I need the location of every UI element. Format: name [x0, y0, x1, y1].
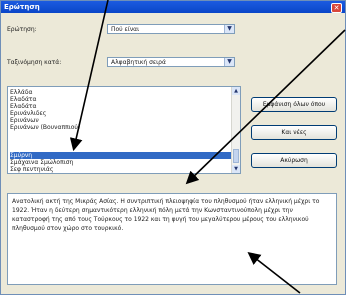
- scroll-up-icon[interactable]: ▲: [232, 87, 240, 95]
- list-item[interactable]: Ελλάδα: [10, 89, 232, 96]
- question-select-value: Πού είναι: [111, 26, 139, 34]
- list-item[interactable]: Σμάχαινα Σμώλοπιση: [10, 159, 232, 166]
- sort-label: Ταξινόμηση κατά:: [7, 59, 61, 66]
- chevron-down-icon[interactable]: ▼: [224, 58, 234, 66]
- list-item[interactable]: Ελαδάτα: [10, 103, 232, 110]
- list-item[interactable]: Σεφ πεντηνιάς: [10, 166, 232, 173]
- list-item[interactable]: Ερινάνων (Βουναππιού): [10, 124, 232, 131]
- description-textarea[interactable]: Ανατολική ακτή της Μικράς Ασίας. Η συντρ…: [7, 193, 337, 285]
- close-button[interactable]: ✕: [331, 3, 342, 13]
- scroll-thumb[interactable]: [233, 149, 239, 163]
- window-title: Ερώτηση: [4, 2, 40, 12]
- dialog-window: Ερώτηση ✕ Ερώτηση: Πού είναι ▼ Ταξινόμησ…: [0, 0, 346, 295]
- question-select[interactable]: Πού είναι ▼: [107, 24, 235, 34]
- close-icon: ✕: [334, 4, 340, 12]
- scroll-down-icon[interactable]: ▼: [232, 165, 240, 173]
- show-all-button[interactable]: Εμφάνιση όλων όπου: [251, 97, 337, 112]
- sort-select-value: Αλφαβητική σειρά: [111, 59, 166, 67]
- list-item[interactable]: Ερινάνλιδες: [10, 110, 232, 117]
- list-item-selected[interactable]: Σμύρνη: [10, 152, 232, 159]
- question-label: Ερώτηση:: [7, 26, 37, 33]
- list-item[interactable]: Ελαδάτα: [10, 96, 232, 103]
- chevron-down-icon[interactable]: ▼: [224, 25, 234, 33]
- title-bar[interactable]: Ερώτηση ✕: [1, 1, 345, 13]
- new-button[interactable]: Και νέες: [251, 125, 337, 140]
- places-listbox[interactable]: Ελλάδα Ελαδάτα Ελαδάτα Ερινάνλιδες Ερινά…: [7, 86, 241, 174]
- sort-select[interactable]: Αλφαβητική σειρά ▼: [107, 57, 235, 67]
- list-scrollbar[interactable]: ▲ ▼: [231, 87, 240, 173]
- list-item[interactable]: Ερινάνων: [10, 117, 232, 124]
- reset-button[interactable]: Ακύρωση: [251, 153, 337, 168]
